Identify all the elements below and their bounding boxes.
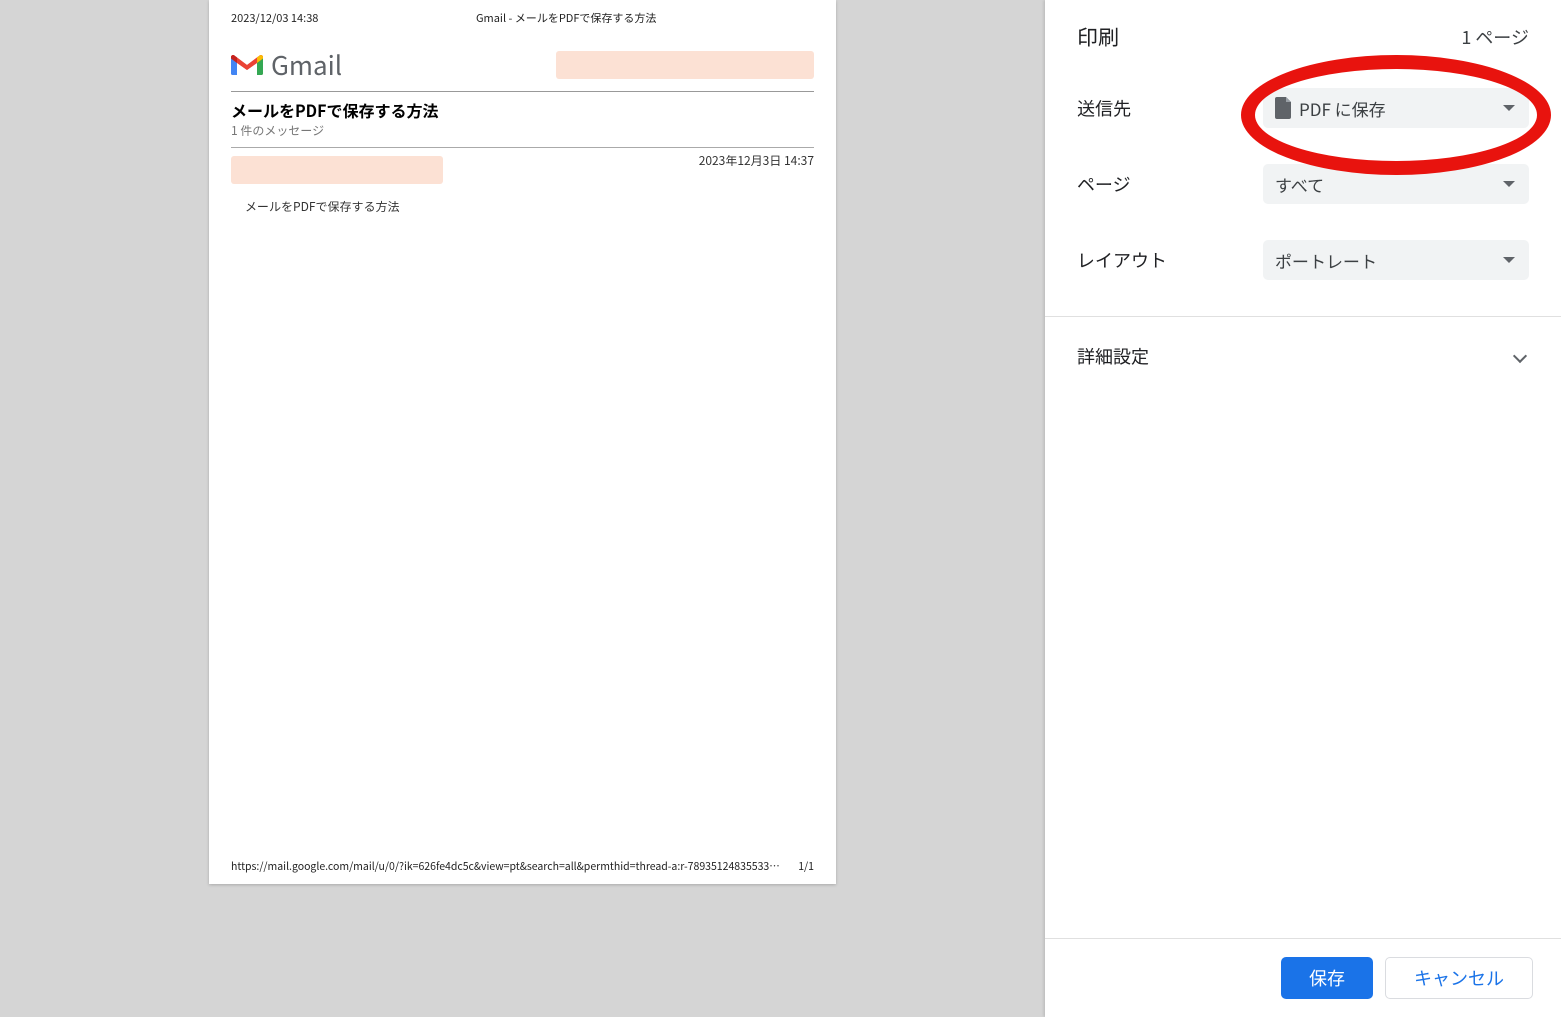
- destination-label: 送信先: [1077, 95, 1131, 121]
- print-preview-area: 2023/12/03 14:38 Gmail - メールをPDFで保存する方法: [0, 0, 1045, 1017]
- chevron-down-icon: [1503, 181, 1515, 187]
- message-count: 1 件のメッセージ: [231, 122, 814, 139]
- layout-dropdown[interactable]: ポートレート: [1263, 240, 1529, 280]
- destination-value: PDF に保存: [1299, 96, 1386, 121]
- destination-dropdown[interactable]: PDF に保存: [1263, 88, 1529, 128]
- print-title: 印刷: [1077, 22, 1119, 52]
- divider: [231, 91, 814, 92]
- print-sidebar: 印刷 1 ページ 送信先 PDF に保存 ページ すべて: [1045, 0, 1561, 1017]
- preview-page: 2023/12/03 14:38 Gmail - メールをPDFで保存する方法: [209, 0, 836, 884]
- advanced-label: 詳細設定: [1077, 343, 1149, 369]
- chevron-down-icon: [1513, 349, 1527, 363]
- advanced-settings-toggle[interactable]: 詳細設定: [1045, 317, 1561, 395]
- page-count: 1 ページ: [1461, 24, 1529, 50]
- redacted-recipient: [556, 51, 814, 79]
- gmail-logo: Gmail: [231, 46, 342, 83]
- preview-page-footer: https://mail.google.com/mail/u/0/?ik=626…: [231, 859, 814, 874]
- sidebar-footer: 保存 キャンセル: [1045, 938, 1561, 1017]
- redacted-sender: [231, 156, 443, 184]
- footer-url: https://mail.google.com/mail/u/0/?ik=626…: [231, 859, 781, 874]
- footer-pagenum: 1/1: [798, 859, 814, 874]
- pages-row: ページ すべて: [1077, 164, 1529, 204]
- preview-page-header: 2023/12/03 14:38 Gmail - メールをPDFで保存する方法: [231, 10, 814, 26]
- pages-dropdown[interactable]: すべて: [1263, 164, 1529, 204]
- message-header: 2023年12月3日 14:37: [231, 147, 814, 184]
- message-date: 2023年12月3日 14:37: [699, 152, 814, 184]
- sidebar-title-row: 印刷 1 ページ: [1077, 22, 1529, 52]
- destination-row: 送信先 PDF に保存: [1077, 88, 1529, 128]
- layout-label: レイアウト: [1077, 247, 1167, 273]
- email-subject: メールをPDFで保存する方法: [231, 98, 814, 122]
- chevron-down-icon: [1503, 257, 1515, 263]
- gmail-header-row: Gmail: [231, 46, 814, 83]
- pages-label: ページ: [1077, 171, 1131, 197]
- gmail-icon: [231, 53, 263, 77]
- header-title: Gmail - メールをPDFで保存する方法: [476, 10, 656, 26]
- gmail-logo-text: Gmail: [271, 46, 342, 83]
- message-body: メールをPDFで保存する方法: [245, 198, 814, 215]
- pdf-icon: [1275, 97, 1293, 119]
- cancel-button[interactable]: キャンセル: [1385, 957, 1533, 999]
- layout-value: ポートレート: [1275, 248, 1377, 273]
- header-timestamp: 2023/12/03 14:38: [231, 10, 318, 26]
- save-button[interactable]: 保存: [1281, 957, 1373, 999]
- chevron-down-icon: [1503, 105, 1515, 111]
- layout-row: レイアウト ポートレート: [1077, 240, 1529, 280]
- pages-value: すべて: [1275, 172, 1324, 197]
